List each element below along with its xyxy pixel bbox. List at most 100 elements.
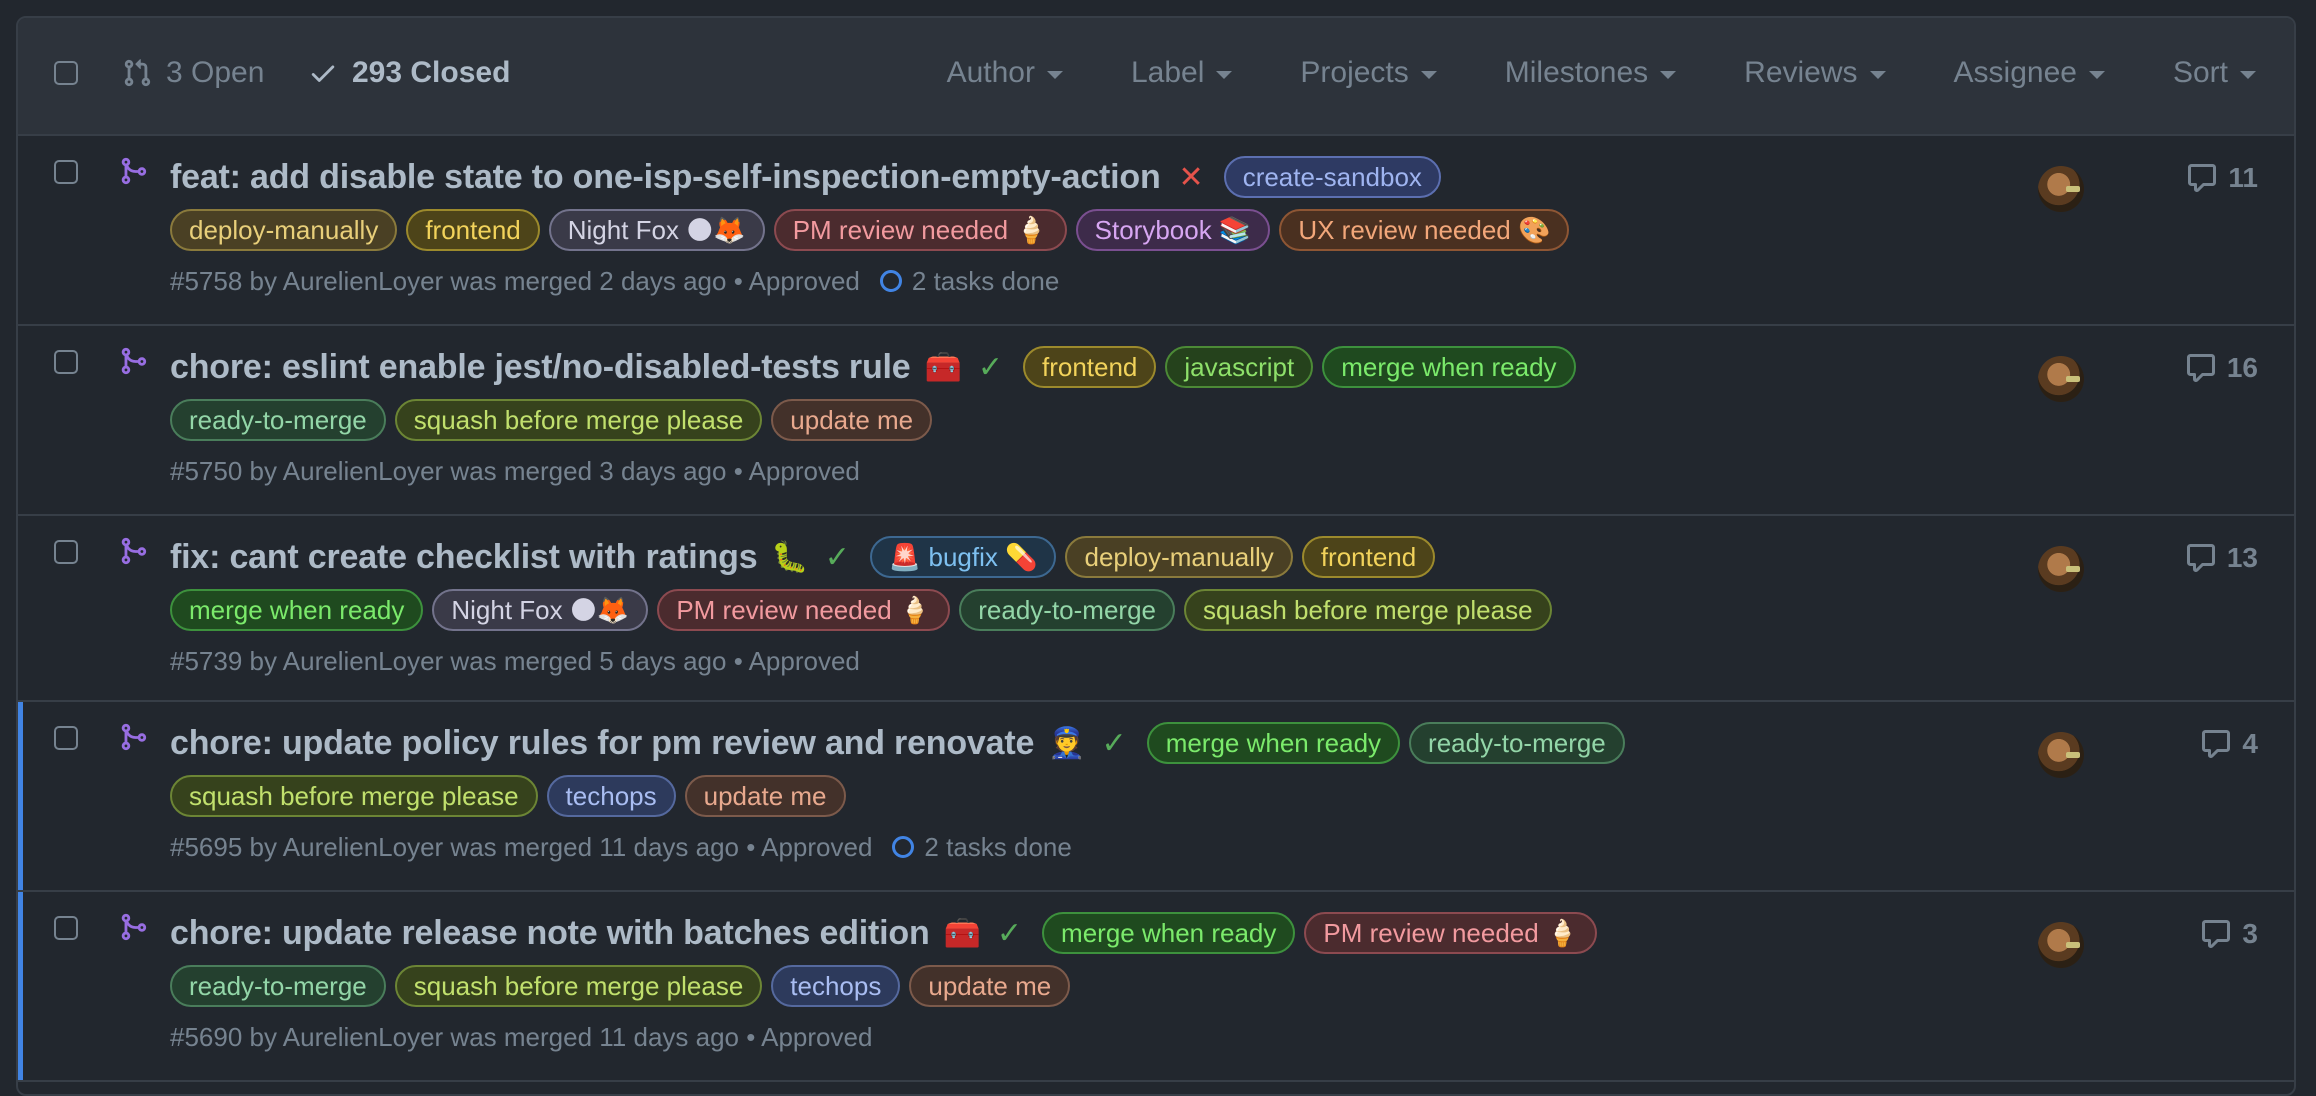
pr-list-header: 3 Open 293 Closed Author Label Projects … [18, 18, 2294, 136]
label-update-me[interactable]: update me [771, 399, 933, 441]
row-checkbox[interactable] [54, 350, 78, 374]
avatar[interactable] [2038, 356, 2084, 402]
label-squash[interactable]: squash before merge please [394, 965, 763, 1007]
ci-success-icon[interactable]: ✓ [825, 540, 850, 575]
filter-author[interactable]: Author [947, 56, 1063, 90]
pull-request-icon [124, 59, 151, 87]
label-deploy-manually[interactable]: deploy-manually [170, 209, 398, 251]
closed-filter[interactable]: 293 Closed [308, 56, 510, 90]
pr-list: 3 Open 293 Closed Author Label Projects … [16, 16, 2296, 1096]
avatar[interactable] [2038, 166, 2084, 212]
label-pm-review[interactable]: PM review needed 🍦 [773, 209, 1067, 251]
label-ready-to-merge[interactable]: ready-to-merge [170, 399, 386, 441]
label-frontend[interactable]: frontend [1022, 346, 1157, 388]
task-progress[interactable]: 2 tasks done [882, 831, 1072, 863]
comments-link[interactable]: 4 [2200, 728, 2258, 760]
label-update-me[interactable]: update me [684, 775, 846, 817]
ci-success-icon[interactable]: ✓ [1102, 726, 1127, 761]
pr-title[interactable]: chore: update policy rules for pm review… [170, 724, 1034, 763]
title-emoji: 🧰 [943, 916, 981, 950]
pr-row-main: chore: eslint enable jest/no-disabled-te… [170, 340, 2034, 496]
pr-title[interactable]: feat: add disable state to one-isp-self-… [170, 158, 1161, 197]
filter-assignee[interactable]: Assignee [1954, 56, 2105, 90]
label-ready-to-merge[interactable]: ready-to-merge [170, 965, 386, 1007]
label-group: ready-to-merge squash before merge please… [170, 394, 2034, 446]
merged-pr-icon [121, 537, 147, 565]
label-bugfix[interactable]: 🚨 bugfix 💊 [869, 536, 1057, 578]
label-group: 🚨 bugfix 💊 deploy-manually frontend [869, 536, 1436, 578]
merged-pr-icon [121, 913, 147, 941]
label-squash[interactable]: squash before merge please [394, 399, 763, 441]
comments-link[interactable]: 16 [2185, 352, 2258, 384]
pr-title-line: fix: cant create checklist with ratings … [170, 530, 2034, 584]
closed-count-label: 293 Closed [352, 56, 511, 89]
caret-down-icon [1216, 71, 1233, 79]
avatar[interactable] [2038, 922, 2084, 968]
label-javascript[interactable]: javascript [1165, 346, 1314, 388]
label-squash[interactable]: squash before merge please [1183, 589, 1552, 631]
label-group: squash before merge please techops update … [170, 770, 2034, 822]
pr-meta: #5750 by AurelienLoyer was merged 3 days… [170, 446, 2034, 496]
avatar[interactable] [2038, 732, 2084, 778]
label-frontend[interactable]: frontend [1301, 536, 1436, 578]
label-update-me[interactable]: update me [909, 965, 1071, 1007]
pr-title[interactable]: chore: update release note with batches … [170, 914, 930, 953]
open-filter[interactable]: 3 Open [122, 56, 264, 90]
label-deploy-manually[interactable]: deploy-manually [1065, 536, 1293, 578]
row-checkbox[interactable] [54, 540, 78, 564]
ci-success-icon[interactable]: ✓ [997, 916, 1022, 951]
label-night-fox[interactable]: Night Fox 🌑🦊 [432, 589, 649, 631]
select-all-checkbox[interactable] [54, 61, 78, 85]
row-checkbox[interactable] [54, 916, 78, 940]
filter-milestones[interactable]: Milestones [1505, 56, 1677, 90]
comments-link[interactable]: 3 [2200, 918, 2258, 950]
ci-failed-icon[interactable]: ✕ [1179, 160, 1204, 195]
label-squash[interactable]: squash before merge please [170, 775, 538, 817]
comment-icon [2186, 354, 2215, 382]
filter-projects[interactable]: Projects [1300, 56, 1437, 90]
ci-success-icon[interactable]: ✓ [978, 350, 1003, 385]
pr-row: feat: add disable state to one-isp-self-… [18, 136, 2294, 326]
avatar[interactable] [2038, 546, 2084, 592]
filter-label[interactable]: Label [1130, 56, 1233, 90]
label-group: create-sandbox [1223, 156, 1441, 198]
label-pm-review[interactable]: PM review needed 🍦 [657, 589, 951, 631]
label-merge-when-ready[interactable]: merge when ready [1146, 722, 1401, 764]
label-ux-review[interactable]: UX review needed 🎨 [1279, 209, 1570, 251]
task-ring-icon [879, 270, 902, 292]
label-frontend[interactable]: frontend [406, 209, 540, 251]
filter-reviews[interactable]: Reviews [1744, 56, 1886, 90]
label-merge-when-ready[interactable]: merge when ready [1042, 912, 1296, 954]
filter-sort-label: Sort [2172, 56, 2228, 89]
row-checkbox[interactable] [54, 726, 78, 750]
label-storybook[interactable]: Storybook 📚 [1075, 209, 1271, 251]
label-group: deploy-manually frontend Night Fox 🌑🦊 PM re… [170, 204, 2034, 256]
filter-assignee-label: Assignee [1953, 56, 2077, 89]
pr-row-main: feat: add disable state to one-isp-self-… [170, 150, 2034, 306]
label-pm-review[interactable]: PM review needed 🍦 [1304, 912, 1598, 954]
pr-row-main: chore: update policy rules for pm review… [170, 716, 2034, 872]
pr-title-line: chore: eslint enable jest/no-disabled-te… [170, 340, 2034, 394]
pr-title[interactable]: fix: cant create checklist with ratings [170, 538, 758, 577]
title-emoji: 👮 [1048, 726, 1086, 760]
label-merge-when-ready[interactable]: merge when ready [1322, 346, 1576, 388]
comment-count: 3 [2242, 918, 2258, 949]
label-night-fox[interactable]: Night Fox 🌑🦊 [548, 209, 765, 251]
pr-title[interactable]: chore: eslint enable jest/no-disabled-te… [170, 348, 911, 387]
label-techops[interactable]: techops [546, 775, 676, 817]
open-count-label: 3 Open [166, 56, 265, 89]
label-create-sandbox[interactable]: create-sandbox [1223, 156, 1441, 198]
comment-icon [2202, 730, 2231, 758]
label-ready-to-merge[interactable]: ready-to-merge [959, 589, 1175, 631]
filter-label-label: Label [1130, 56, 1205, 89]
pr-meta-text: #5739 by AurelienLoyer was merged 5 days… [170, 645, 860, 676]
row-checkbox[interactable] [54, 160, 78, 184]
comments-link[interactable]: 13 [2185, 542, 2258, 574]
label-merge-when-ready[interactable]: merge when ready [170, 589, 424, 631]
label-ready-to-merge[interactable]: ready-to-merge [1409, 722, 1625, 764]
comments-link[interactable]: 11 [2186, 162, 2258, 194]
task-progress[interactable]: 2 tasks done [870, 266, 1059, 297]
filter-sort[interactable]: Sort [2173, 56, 2256, 90]
task-progress-text: 2 tasks done [924, 831, 1072, 862]
label-techops[interactable]: techops [771, 965, 901, 1007]
